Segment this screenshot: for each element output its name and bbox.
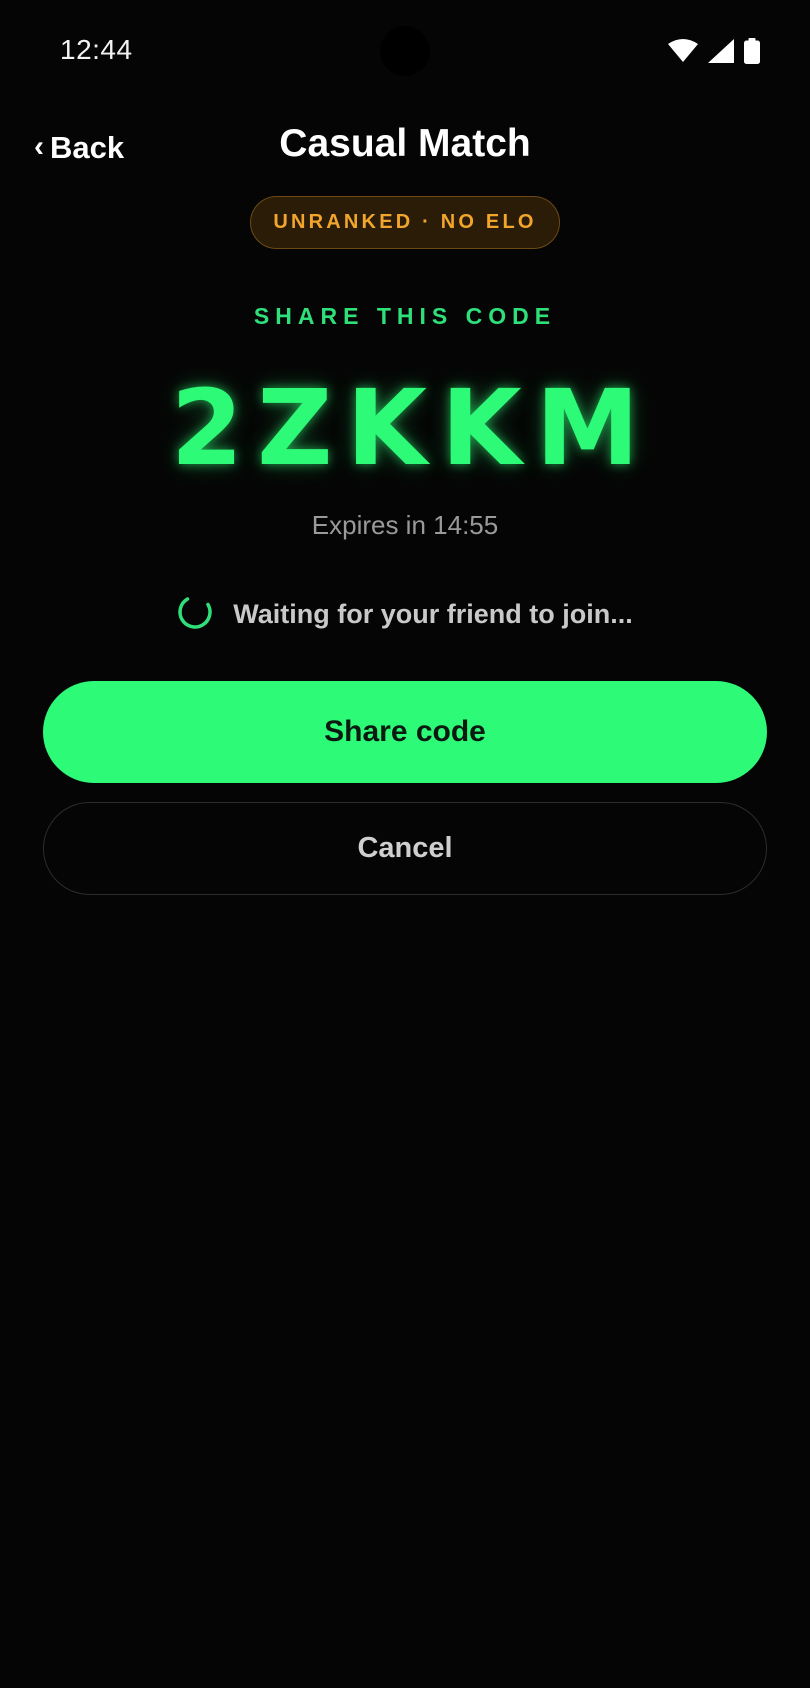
camera-cutout: [380, 26, 430, 76]
status-time: 12:44: [60, 34, 133, 65]
share-code-label: SHARE THIS CODE: [253, 303, 557, 329]
casual-match-screen: 12:44 ‹ Back Casual Match UNRANKED · NO …: [0, 0, 810, 1688]
wifi-icon: [668, 39, 698, 63]
share-code-button[interactable]: Share code: [43, 681, 767, 783]
status-icons: [668, 38, 760, 64]
room-code: 2ZKKM: [170, 367, 654, 489]
expires-countdown: Expires in 14:55: [311, 510, 499, 540]
status-bar: 12:44: [0, 0, 810, 100]
waiting-text: Waiting for your friend to join...: [233, 598, 633, 629]
battery-icon: [744, 38, 760, 64]
cancel-button[interactable]: Cancel: [43, 802, 767, 895]
waiting-status: Waiting for your friend to join...: [0, 596, 810, 632]
loading-spinner-icon: [177, 594, 213, 635]
page-title: Casual Match: [279, 122, 531, 165]
mode-badge: UNRANKED · NO ELO: [250, 196, 560, 249]
signal-icon: [708, 39, 734, 63]
